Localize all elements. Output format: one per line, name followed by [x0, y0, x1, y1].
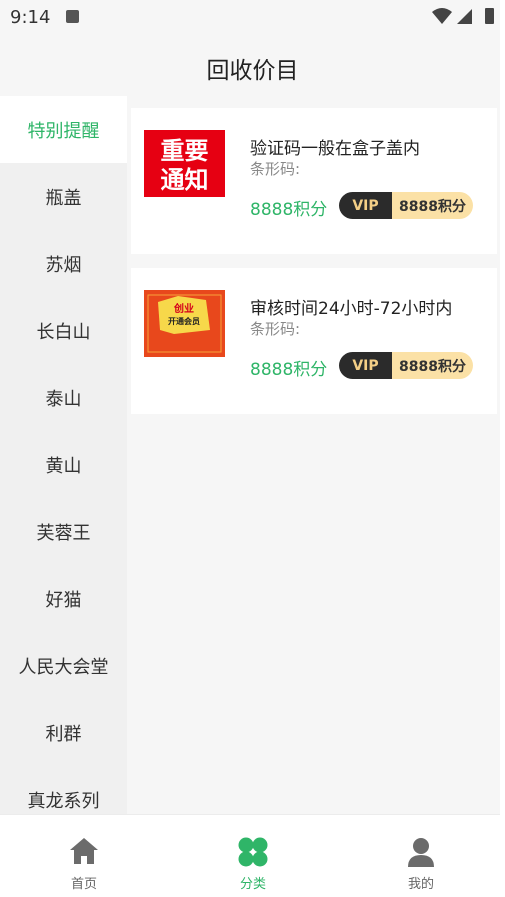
promo-thumbnail: 创业 开通会员	[144, 290, 225, 357]
sidebar-item-liqun[interactable]: 利群	[0, 699, 127, 766]
home-icon	[70, 838, 98, 864]
sidebar-item-huangshan[interactable]: 黄山	[0, 431, 127, 498]
nav-category-label: 分类	[239, 877, 266, 892]
sidebar-item-changbaishan[interactable]: 长白山	[0, 297, 127, 364]
notice-thumbnail: 重要 通知	[144, 130, 225, 197]
wifi-icon	[432, 8, 452, 24]
thumb-text-line1: 重要	[161, 137, 209, 165]
sidebar-item-haomao[interactable]: 好猫	[0, 565, 127, 632]
category-sidebar[interactable]: 特别提醒 瓶盖 苏烟 长白山 泰山 黄山 芙蓉王 好猫 人民大会堂 利群 真龙系…	[0, 96, 127, 814]
sidebar-item-suyan[interactable]: 苏烟	[0, 230, 127, 297]
sidebar-item-special-notice[interactable]: 特别提醒	[0, 96, 127, 163]
vip-points: 8888积分	[392, 352, 473, 379]
product-card[interactable]: 重要 通知 验证码一般在盒子盖内 条形码: 8888积分 VIP 8888积分	[131, 108, 497, 254]
product-card[interactable]: 创业 开通会员 审核时间24小时-72小时内 条形码: 8888积分 VIP 8…	[131, 268, 497, 414]
sidebar-item-renmin-dahuitang[interactable]: 人民大会堂	[0, 632, 127, 699]
status-icons	[432, 8, 494, 24]
product-points: 8888积分	[250, 200, 328, 220]
nav-mine[interactable]: 我的	[361, 815, 481, 897]
status-time: 9:14	[10, 7, 51, 28]
a-notification-icon	[66, 10, 79, 23]
thumb-text-line2: 开通会员	[168, 316, 200, 326]
product-barcode-label: 条形码:	[250, 160, 301, 178]
bottom-nav: 首页 分类 我的	[0, 814, 505, 897]
thumb-text-line1: 创业	[173, 302, 194, 315]
nav-home[interactable]: 首页	[24, 815, 144, 897]
nav-mine-label: 我的	[407, 877, 434, 892]
sidebar-item-bottle-cap[interactable]: 瓶盖	[0, 163, 127, 230]
vip-points: 8888积分	[392, 192, 473, 219]
product-barcode-label: 条形码:	[250, 320, 301, 338]
battery-icon	[485, 8, 494, 24]
product-points: 8888积分	[250, 360, 328, 380]
vip-label: VIP	[339, 192, 392, 219]
sidebar-item-zhenlong-series[interactable]: 真龙系列	[0, 766, 127, 814]
status-bar: 9:14	[0, 0, 505, 34]
user-icon	[408, 838, 434, 867]
app-bar: 回收价目	[0, 34, 505, 96]
sidebar-item-furongwang[interactable]: 芙蓉王	[0, 498, 127, 565]
screen-edge	[500, 0, 505, 897]
sidebar-item-taishan[interactable]: 泰山	[0, 364, 127, 431]
page-title: 回收价目	[206, 58, 299, 84]
signal-icon	[457, 9, 472, 24]
clover-icon	[238, 837, 268, 867]
product-title: 验证码一般在盒子盖内	[250, 139, 420, 159]
nav-category[interactable]: 分类	[193, 815, 313, 897]
vip-price-badge: VIP 8888积分	[339, 352, 473, 379]
thumb-text-line2: 通知	[161, 166, 209, 194]
vip-price-badge: VIP 8888积分	[339, 192, 473, 219]
vip-label: VIP	[339, 352, 392, 379]
nav-home-label: 首页	[70, 877, 97, 892]
product-title: 审核时间24小时-72小时内	[250, 299, 453, 319]
